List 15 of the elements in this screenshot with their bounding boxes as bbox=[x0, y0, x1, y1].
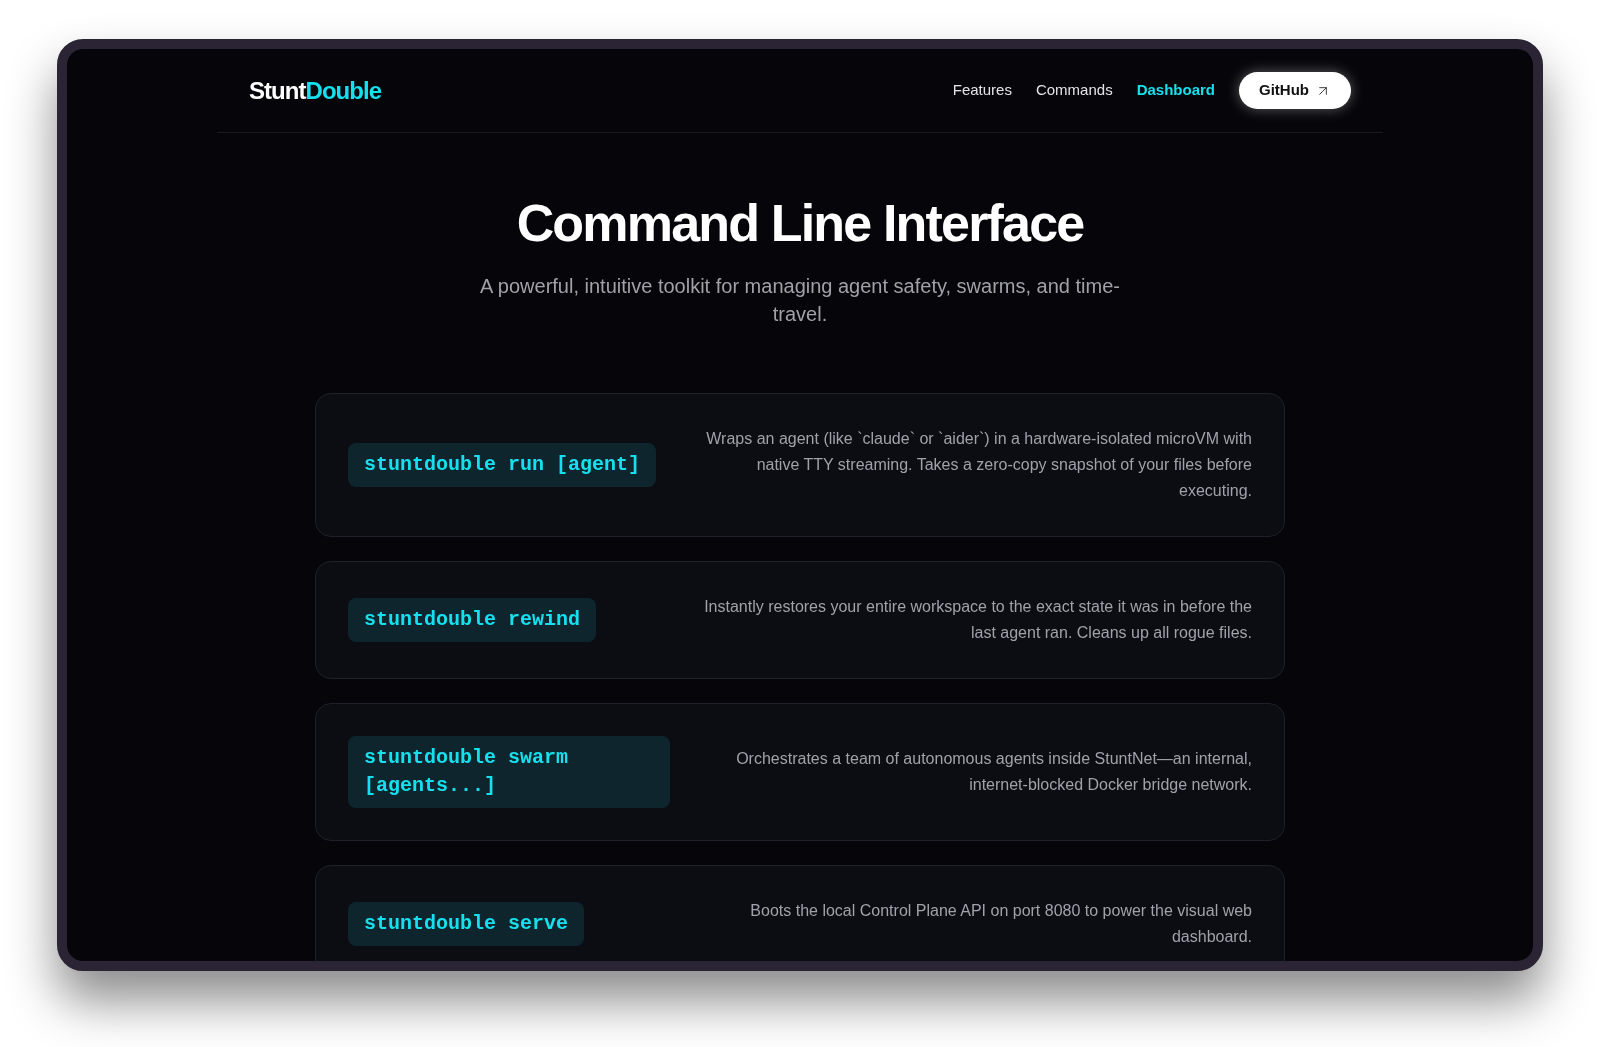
logo-link[interactable]: StuntDouble bbox=[249, 72, 382, 109]
command-code: stuntdouble serve bbox=[348, 902, 585, 947]
nav-link[interactable]: Dashboard bbox=[1136, 79, 1215, 102]
command-code: stuntdouble rewind bbox=[348, 598, 597, 643]
nav-link[interactable]: Commands bbox=[1035, 79, 1113, 102]
command-description: Orchestrates a team of autonomous agents inside StuntNet—an internal, internet-blocked Docker bridge network. bbox=[735, 749, 1252, 796]
github-button[interactable]: GitHub bbox=[1239, 72, 1351, 109]
page-subtitle: A powerful, intuitive toolkit for managing agent safety, swarms, and time-travel. bbox=[479, 274, 1121, 328]
page-title: Command Line Interface bbox=[516, 195, 1084, 253]
nav-link[interactable]: Features bbox=[952, 79, 1012, 102]
command-description: Instantly restores your entire workspace to the exact state it was in before the last agent ran. Cleans up all rogue files. bbox=[703, 597, 1252, 644]
command-code: stuntdouble swarm [agents...] bbox=[348, 736, 670, 809]
command-description: Wraps an agent (like `claude` or `aider`) in a hardware-isolated microVM with native TTY streaming. Takes a zero-copy snapshot of your files before executing. bbox=[705, 429, 1252, 502]
command-description: Boots the local Control Plane API on port 8080 to power the visual web dashboard. bbox=[749, 901, 1252, 948]
command-code: stuntdouble run [agent] bbox=[348, 443, 657, 488]
